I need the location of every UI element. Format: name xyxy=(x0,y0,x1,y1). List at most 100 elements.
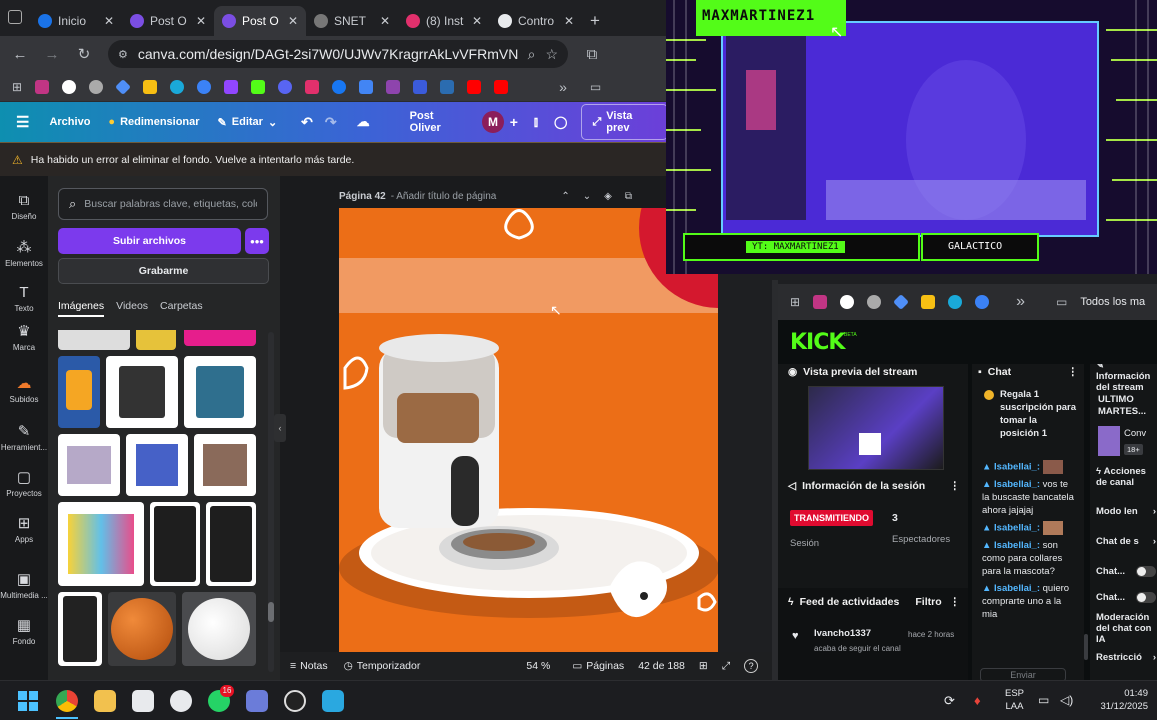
bookmark-canva-icon[interactable] xyxy=(948,295,963,309)
help-icon[interactable]: ? xyxy=(744,659,759,673)
preview-button[interactable]: ⤢ Vista prev xyxy=(581,104,668,140)
document-app-icon[interactable] xyxy=(322,690,344,712)
image-thumbnail[interactable] xyxy=(58,502,144,586)
bookmark-youtube-icon[interactable] xyxy=(467,79,482,94)
all-bookmarks[interactable]: Todos los ma xyxy=(1080,296,1145,308)
menu-icon[interactable]: ☰ xyxy=(16,113,29,131)
bookmark-u-icon[interactable] xyxy=(386,79,401,94)
chevron-up-icon[interactable]: ⌃ xyxy=(561,191,569,202)
image-thumbnail[interactable] xyxy=(126,434,188,496)
bookmarks-more[interactable]: » xyxy=(559,79,567,95)
rail-brand[interactable]: ♛ Marca xyxy=(0,322,48,352)
chat-username[interactable]: Isabellai_: xyxy=(994,523,1040,534)
bookmark-m-icon[interactable] xyxy=(35,79,50,94)
image-thumbnail[interactable] xyxy=(58,356,100,428)
toggle-switch[interactable] xyxy=(1136,592,1156,603)
bookmarks-more[interactable]: » xyxy=(1016,293,1025,311)
rail-projects[interactable]: ▢ Proyectos xyxy=(0,468,48,498)
collapse-panel-button[interactable]: ‹ xyxy=(274,414,286,442)
image-thumbnail[interactable] xyxy=(182,592,256,666)
action-chat-settings[interactable]: Chat de s › xyxy=(1096,536,1156,547)
action-chat-toggle[interactable]: Chat... xyxy=(1096,566,1156,577)
hide-page-icon[interactable]: ◈ xyxy=(604,191,612,202)
close-icon[interactable]: ✕ xyxy=(196,14,206,28)
apps-grid-icon[interactable]: ⊞ xyxy=(790,295,800,309)
apps-grid-icon[interactable]: ⊞ xyxy=(12,80,22,94)
language-indicator[interactable]: ESP LAA xyxy=(1005,687,1024,713)
bookmark-instagram-icon[interactable] xyxy=(305,79,320,94)
close-icon[interactable]: ✕ xyxy=(104,14,114,28)
bookmark-u2-icon[interactable] xyxy=(413,79,428,94)
chat-username[interactable]: Isabellai_: xyxy=(994,540,1040,551)
tab-images[interactable]: Imágenes xyxy=(58,300,105,317)
image-thumbnail[interactable] xyxy=(150,502,200,586)
bookmark-keep-icon[interactable] xyxy=(921,295,936,309)
action-chat-toggle[interactable]: Chat... xyxy=(1096,592,1156,603)
file-menu[interactable]: Archivo xyxy=(49,116,90,128)
chat-scrollbar[interactable] xyxy=(1084,634,1088,660)
tab-search-icon[interactable] xyxy=(8,10,22,24)
bookmark-discord-icon[interactable] xyxy=(278,79,293,94)
bookmark-keep-icon[interactable] xyxy=(143,79,158,94)
grid-view-icon[interactable]: ⊞ xyxy=(699,660,708,672)
image-thumbnail[interactable] xyxy=(184,330,256,346)
chat-username[interactable]: Isabellai_: xyxy=(994,583,1040,594)
browser-tab[interactable]: SNET ✕ xyxy=(306,6,398,36)
design-title[interactable]: Post Oliver xyxy=(410,110,467,134)
browser-tab[interactable]: Post O ✕ xyxy=(122,6,214,36)
network-icon[interactable]: ▭ xyxy=(1038,693,1049,707)
fullscreen-icon[interactable]: ⤢ xyxy=(722,660,730,673)
rail-text[interactable]: T Texto xyxy=(0,284,48,313)
file-explorer-icon[interactable] xyxy=(94,690,116,712)
zoom-icon[interactable]: ⌕ xyxy=(528,46,536,63)
tab-folders[interactable]: Carpetas xyxy=(160,300,203,317)
sync-icon[interactable]: ⟳ xyxy=(944,693,955,709)
bookmark-email-icon[interactable] xyxy=(440,79,455,94)
clock-app-icon[interactable] xyxy=(170,690,192,712)
bookmark-gemini-icon[interactable] xyxy=(893,294,909,310)
image-thumbnail[interactable] xyxy=(136,330,176,350)
chat-username[interactable]: Isabellai_: xyxy=(994,462,1040,473)
rail-uploads[interactable]: ☁ Subidos xyxy=(0,374,48,404)
more-vertical-icon[interactable]: ⋮ xyxy=(950,596,961,608)
start-icon[interactable] xyxy=(18,691,38,711)
image-thumbnail[interactable] xyxy=(206,502,256,586)
site-info-icon[interactable]: ⚙ xyxy=(118,48,128,61)
forward-icon[interactable]: → xyxy=(44,46,60,63)
image-thumbnail[interactable] xyxy=(194,434,256,496)
bookmark-google-icon[interactable] xyxy=(62,79,77,94)
notepad-icon[interactable] xyxy=(132,690,154,712)
bookmark-twitch-icon[interactable] xyxy=(224,79,239,94)
toggle-switch[interactable] xyxy=(1136,566,1156,577)
more-vertical-icon[interactable]: ⋮ xyxy=(1068,366,1079,378)
microphone-icon[interactable]: ♦ xyxy=(974,693,981,708)
new-tab-button[interactable]: + xyxy=(582,6,612,36)
notes-button[interactable]: ≡ Notas xyxy=(290,660,328,672)
browser-tab-active[interactable]: Post O ✕ xyxy=(214,6,306,36)
close-icon[interactable]: ✕ xyxy=(564,14,574,28)
close-icon[interactable]: ✕ xyxy=(380,14,390,28)
bookmark-google-icon[interactable] xyxy=(840,295,855,309)
image-thumbnail[interactable] xyxy=(108,592,176,666)
reload-icon[interactable]: ↻ xyxy=(76,45,92,63)
avatar[interactable]: M xyxy=(482,111,504,133)
bookmark-gemini-icon[interactable] xyxy=(115,78,131,95)
zoom-level[interactable]: 54 % xyxy=(526,660,550,672)
back-icon[interactable]: ← xyxy=(12,46,28,63)
bookmark-meta-icon[interactable] xyxy=(975,295,990,309)
bookmark-m-icon[interactable] xyxy=(813,295,828,309)
rail-apps[interactable]: ⊞ Apps xyxy=(0,514,48,544)
bookmark-kick-icon[interactable] xyxy=(251,79,266,94)
bookmark-docs-icon[interactable] xyxy=(359,79,374,94)
bookmark-canva-icon[interactable] xyxy=(170,79,185,94)
bookmark-chatgpt-icon[interactable] xyxy=(89,79,104,94)
cloud-save-icon[interactable]: ☁ xyxy=(357,114,370,130)
browser-tab[interactable]: Contro ✕ xyxy=(490,6,582,36)
bookmark-youtube2-icon[interactable] xyxy=(494,79,509,94)
image-thumbnail[interactable] xyxy=(106,356,178,428)
close-icon[interactable]: ✕ xyxy=(472,14,482,28)
browser-tab[interactable]: Inicio ✕ xyxy=(30,6,122,36)
rail-tools[interactable]: ✎ Herramient... xyxy=(0,422,48,452)
edit-menu[interactable]: ✎ Editar ⌄ xyxy=(218,116,278,129)
volume-icon[interactable]: ◁) xyxy=(1060,693,1073,707)
